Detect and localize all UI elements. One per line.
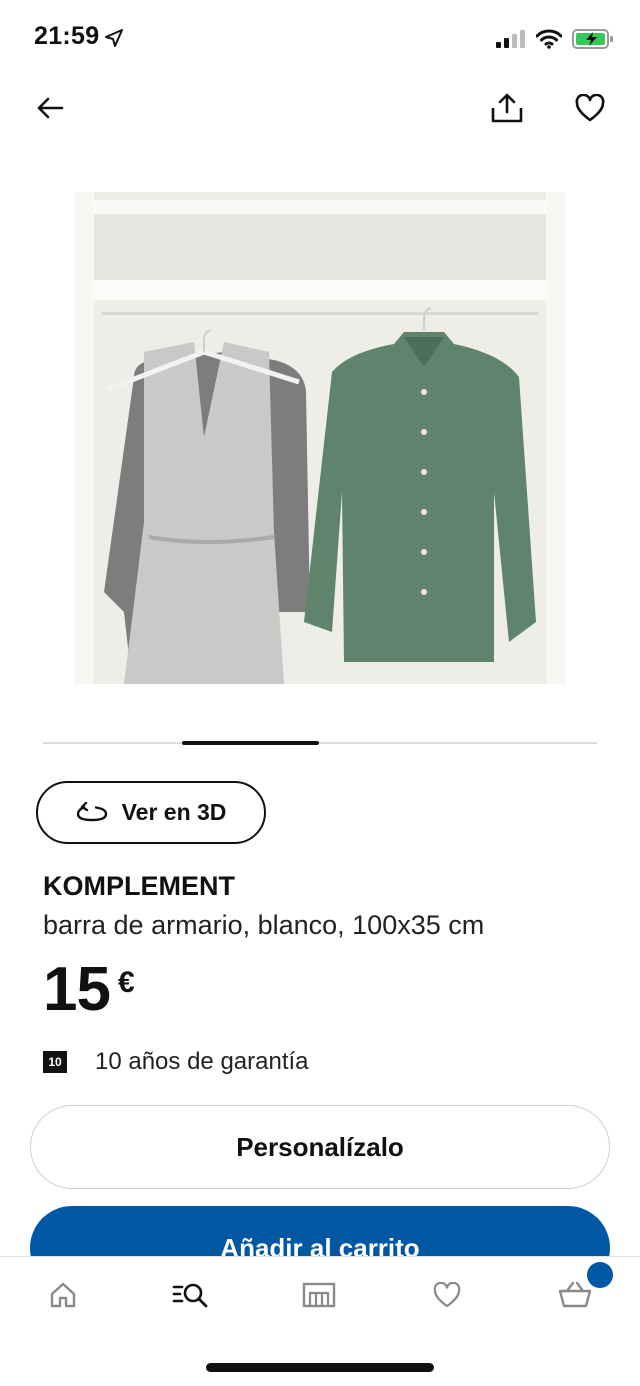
store-icon [302,1282,336,1308]
product-name: KOMPLEMENT [43,871,235,901]
nav-search[interactable] [163,1275,219,1315]
nav-favorites[interactable] [419,1275,475,1315]
cellular-signal-icon [496,30,525,48]
battery-charging-icon [572,29,613,49]
status-time: 21:59 [34,22,100,50]
status-icons [496,26,614,52]
carousel-track [43,742,597,744]
rotate-3d-icon [76,801,107,821]
price-currency: € [117,966,135,999]
view-3d-button[interactable]: Ver en 3D [36,781,266,844]
cart-icon [558,1281,592,1308]
wardrobe-illustration [74,192,566,684]
product-description: barra de armario, blanco, 100x35 cm [43,910,485,940]
carousel-position-indicator [182,741,319,745]
search-icon [172,1283,208,1308]
share-icon [491,93,523,123]
warranty-info: 10 10 años de garantía [43,1048,309,1076]
home-indicator[interactable] [206,1363,434,1372]
price-integer: 15 [43,955,111,1024]
price: 15 € [43,958,135,1022]
view-3d-label: Ver en 3D [121,799,227,825]
arrow-left-icon [37,97,64,119]
favorite-button[interactable] [566,84,614,132]
nav-store[interactable] [291,1275,347,1315]
product-photo[interactable] [74,192,566,684]
cart-badge [587,1262,613,1288]
wifi-icon [536,29,562,49]
location-arrow-icon [105,29,123,47]
share-button[interactable] [483,84,531,132]
home-icon [50,1282,76,1308]
customize-button[interactable]: Personalízalo [30,1105,610,1189]
heart-icon [433,1282,461,1308]
heart-icon [575,94,605,122]
back-button[interactable] [26,84,74,132]
nav-home[interactable] [35,1275,91,1315]
warranty-text: 10 años de garantía [95,1048,309,1075]
warranty-badge: 10 [43,1051,67,1073]
